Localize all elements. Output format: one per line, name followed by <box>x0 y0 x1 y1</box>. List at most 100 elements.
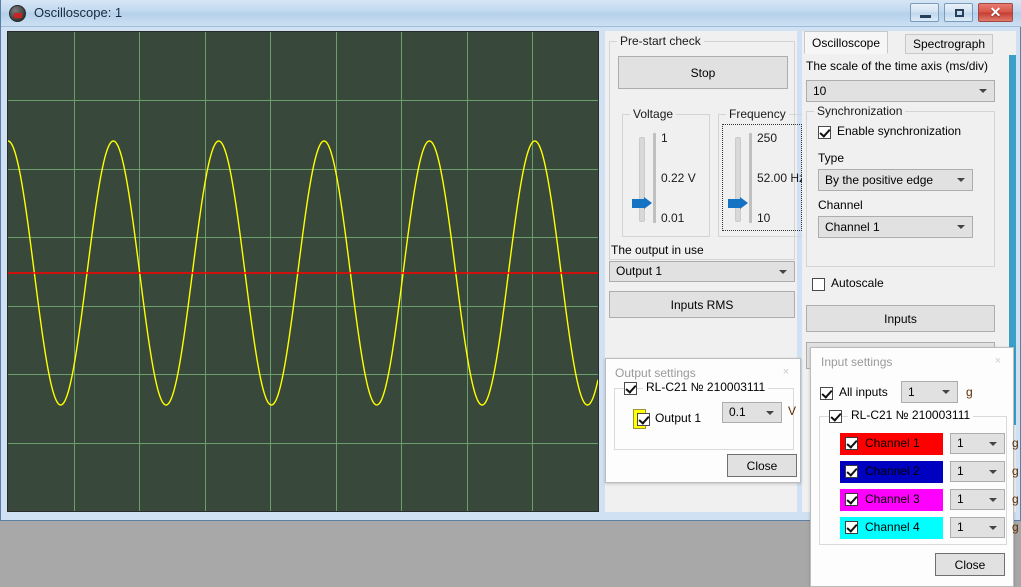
channel-2-label: Channel 2 <box>865 464 920 478</box>
all-inputs-unit: g <box>966 385 973 399</box>
chevron-down-icon <box>779 269 787 274</box>
voltage-slider-thumb[interactable] <box>632 197 652 210</box>
frequency-min-label: 10 <box>757 211 771 225</box>
frequency-slider[interactable]: 250 52.00 Hz 10 <box>725 129 805 229</box>
stop-button[interactable]: Stop <box>618 56 788 89</box>
time-axis-scale-label: The scale of the time axis (ms/div) <box>806 59 989 73</box>
sync-type-select[interactable]: By the positive edge <box>818 169 973 191</box>
checkbox-icon <box>829 410 842 423</box>
oscilloscope-window: Oscilloscope: 1 ✕ Pre-start check Stop V… <box>0 0 1021 587</box>
oscilloscope-icon <box>9 5 26 22</box>
output-settings-close-icon[interactable]: × <box>778 365 794 379</box>
minimize-button[interactable] <box>910 3 939 22</box>
sync-channel-label: Channel <box>818 198 863 212</box>
channel-1-value: 1 <box>957 436 964 450</box>
output-1-value-select[interactable]: 0.1 <box>722 402 782 423</box>
voltage-max-label: 1 <box>661 131 668 145</box>
time-axis-scale-value: 10 <box>813 84 827 98</box>
channel-4-value: 1 <box>957 520 964 534</box>
synchronization-label: Synchronization <box>814 104 906 118</box>
channel-1-value-select[interactable]: 1 <box>950 433 1005 454</box>
channel-3-unit: g <box>1012 492 1019 506</box>
voltage-label: Voltage <box>630 107 677 121</box>
sync-type-label: Type <box>818 151 845 165</box>
chevron-down-icon <box>979 89 987 93</box>
output-settings-close-button[interactable]: Close <box>727 454 797 477</box>
checkbox-icon <box>624 382 637 395</box>
channel-2-unit: g <box>1012 464 1019 478</box>
prestart-check-label: Pre-start check <box>617 34 704 48</box>
output-1-unit: V <box>788 404 797 418</box>
chevron-down-icon <box>942 390 950 394</box>
close-window-button[interactable]: ✕ <box>978 3 1013 22</box>
frequency-label: Frequency <box>726 107 789 121</box>
channel-4-checkbox[interactable]: Channel 4 <box>840 517 943 539</box>
input-settings-dialog: Input settings × All inputs 1 g RL-C21 №… <box>810 347 1019 587</box>
output-in-use-label: The output in use <box>611 243 704 257</box>
maximize-button[interactable] <box>944 3 973 22</box>
output-in-use-value: Output 1 <box>616 264 663 278</box>
tab-spectrograph[interactable]: Spectrograph <box>905 34 994 54</box>
channel-4-value-select[interactable]: 1 <box>950 517 1005 538</box>
channel-3-value-select[interactable]: 1 <box>950 489 1005 510</box>
checkbox-icon <box>818 126 831 139</box>
all-inputs-value-select[interactable]: 1 <box>901 381 958 403</box>
checkbox-icon <box>845 465 858 478</box>
inputs-button[interactable]: Inputs <box>806 305 995 332</box>
time-axis-scale-select[interactable]: 10 <box>806 80 995 102</box>
channel-2-value: 1 <box>957 464 964 478</box>
chevron-down-icon <box>989 469 997 474</box>
tab-oscilloscope[interactable]: Oscilloscope <box>804 31 889 54</box>
channel-2-checkbox[interactable]: Channel 2 <box>840 461 943 483</box>
checkbox-icon <box>637 413 650 426</box>
enable-synchronization-label: Enable synchronization <box>837 124 962 138</box>
frequency-slider-thumb[interactable] <box>728 197 748 210</box>
voltage-slider-scale <box>653 133 656 223</box>
output-in-use-select[interactable]: Output 1 <box>609 261 795 282</box>
checkbox-icon <box>845 493 858 506</box>
channel-3-value: 1 <box>957 492 964 506</box>
sync-channel-select[interactable]: Channel 1 <box>818 216 973 238</box>
chevron-down-icon <box>989 441 997 446</box>
checkbox-icon <box>820 387 833 400</box>
oscilloscope-plot[interactable] <box>7 31 599 512</box>
output-1-label: Output 1 <box>655 411 702 425</box>
prestart-check-group: Pre-start check Stop Voltage 1 0.22 V 0.… <box>609 34 806 260</box>
output-1-checkbox[interactable]: Output 1 <box>633 409 701 429</box>
plot-gridlines <box>8 32 598 511</box>
frequency-slider-scale <box>749 133 752 223</box>
chevron-down-icon <box>957 225 965 229</box>
all-inputs-value: 1 <box>908 385 915 399</box>
channel-4-unit: g <box>1012 520 1019 534</box>
channel-2-value-select[interactable]: 1 <box>950 461 1005 482</box>
synchronization-group: Synchronization Enable synchronization T… <box>806 104 995 267</box>
channel-4-label: Channel 4 <box>865 520 920 534</box>
chevron-down-icon <box>989 497 997 502</box>
voltage-group: Voltage 1 0.22 V 0.01 <box>622 107 710 237</box>
channel-1-label: Channel 1 <box>865 436 920 450</box>
voltage-slider[interactable]: 1 0.22 V 0.01 <box>629 129 705 229</box>
channel-3-label: Channel 3 <box>865 492 920 506</box>
channel-3-checkbox[interactable]: Channel 3 <box>840 489 943 511</box>
output-device-label: RL-C21 № 210003111 <box>643 380 769 394</box>
sync-type-value: By the positive edge <box>825 173 934 187</box>
window-title: Oscilloscope: 1 <box>34 5 123 20</box>
voltage-value-label: 0.22 V <box>661 171 696 185</box>
close-icon: ✕ <box>989 4 1002 20</box>
inputs-rms-button[interactable]: Inputs RMS <box>609 291 795 318</box>
all-inputs-label: All inputs <box>839 385 888 399</box>
frequency-value-label: 52.00 Hz <box>757 171 806 185</box>
chevron-down-icon <box>766 410 774 415</box>
output-settings-dialog: Output settings × RL-C21 № 210003111 Out… <box>605 358 801 483</box>
input-settings-close-button[interactable]: Close <box>935 553 1005 576</box>
title-bar: Oscilloscope: 1 ✕ <box>1 0 1021 27</box>
input-settings-close-icon[interactable]: × <box>990 354 1006 368</box>
checkbox-icon <box>845 521 858 534</box>
minimize-icon <box>920 15 931 18</box>
chevron-down-icon <box>957 178 965 182</box>
input-settings-title: Input settings <box>821 355 893 369</box>
channel-1-checkbox[interactable]: Channel 1 <box>840 433 943 455</box>
output-1-value: 0.1 <box>729 405 746 419</box>
output-settings-title: Output settings <box>615 366 696 380</box>
autoscale-label: Autoscale <box>831 276 884 290</box>
